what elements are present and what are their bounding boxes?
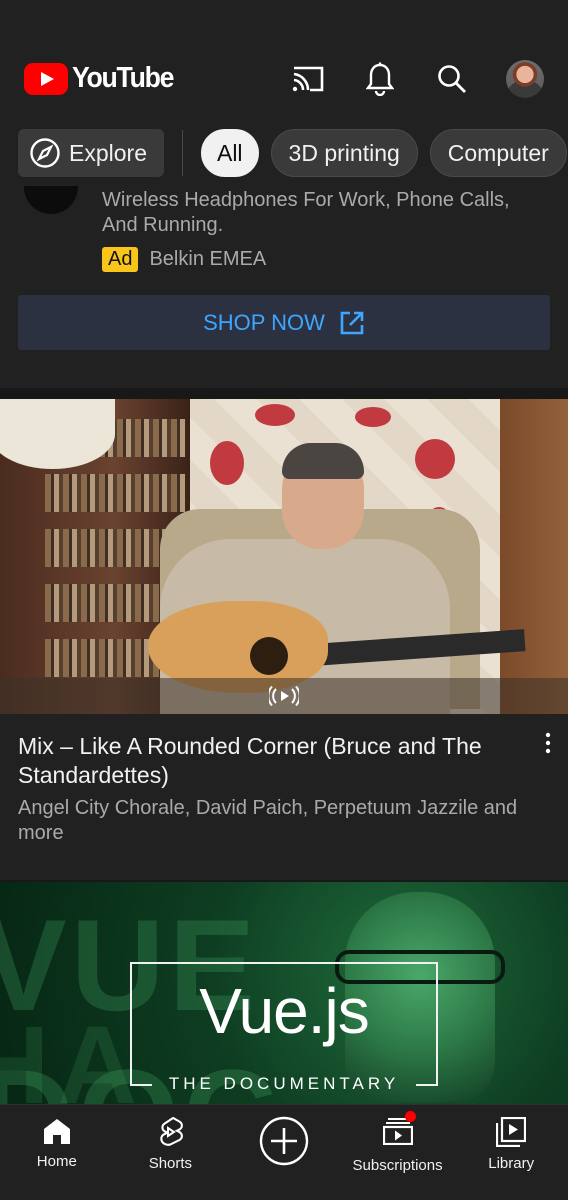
chip-label: All	[216, 139, 243, 166]
thumbnail-person-hair	[282, 443, 364, 479]
video-thumbnail[interactable]: VUE DOC HA Vue.js THE DOCUMENTARY	[0, 882, 568, 1104]
search-icon	[438, 65, 466, 93]
bottom-navigation: Home Shorts Subscriptions Library	[0, 1104, 568, 1200]
thumbnail-detail	[210, 441, 244, 485]
thumbnail-title: Vue.js	[199, 975, 370, 1047]
thumbnail-detail	[45, 474, 185, 512]
notifications-button[interactable]	[360, 59, 400, 99]
filter-chip-bar: Explore All 3D printing Computer	[18, 129, 568, 177]
thumbnail-detail	[415, 439, 455, 479]
home-icon	[43, 1119, 70, 1144]
nav-subscriptions[interactable]: Subscriptions	[341, 1105, 455, 1200]
thumbnail-door	[500, 399, 568, 714]
chip-computer[interactable]: Computer	[429, 129, 567, 177]
explore-chip-label: Explore	[69, 139, 147, 166]
feed-separator	[0, 388, 568, 399]
subscriptions-icon-wrapper	[382, 1111, 416, 1149]
mix-overlay-bar	[0, 678, 568, 714]
ad-description: Wireless Headphones For Work, Phone Call…	[102, 189, 510, 236]
youtube-play-logo-icon	[24, 62, 68, 95]
chip-all[interactable]: All	[200, 129, 259, 177]
video-details[interactable]: Mix – Like A Rounded Corner (Bruce and T…	[0, 714, 568, 881]
nav-library[interactable]: Library	[454, 1105, 568, 1200]
explore-chip[interactable]: Explore	[18, 129, 164, 177]
top-app-bar: YouTube Explore All 3D printing Computer	[0, 0, 568, 186]
thumbnail-detail	[355, 407, 391, 427]
library-icon	[496, 1117, 527, 1147]
nav-subscriptions-label: Subscriptions	[352, 1157, 443, 1174]
cast-button[interactable]	[288, 59, 328, 99]
chip-label: Computer	[447, 139, 549, 166]
video-channels: Angel City Chorale, David Paich, Perpetu…	[18, 797, 518, 844]
shop-now-button[interactable]: SHOP NOW	[18, 295, 550, 350]
thumbnail-detail	[255, 404, 295, 426]
shorts-icon	[160, 1117, 184, 1146]
video-title[interactable]: Mix – Like A Rounded Corner (Bruce and T…	[18, 732, 528, 790]
ad-card: Wireless Headphones For Work, Phone Call…	[0, 160, 568, 388]
nav-shorts-label: Shorts	[148, 1155, 193, 1172]
compass-icon	[30, 138, 60, 168]
youtube-logo[interactable]: YouTube	[24, 62, 182, 95]
nav-shorts[interactable]: Shorts	[114, 1105, 228, 1200]
notifications-bell-icon	[366, 62, 394, 96]
nav-library-label: Library	[488, 1155, 535, 1172]
thumbnail-subtitle: THE DOCUMENTARY	[130, 1074, 438, 1094]
mix-broadcast-icon	[269, 686, 299, 706]
account-avatar[interactable]	[506, 60, 544, 98]
nav-create[interactable]	[227, 1105, 341, 1200]
nav-home-label: Home	[36, 1153, 77, 1170]
chip-label: 3D printing	[288, 139, 400, 166]
video-thumbnail[interactable]	[0, 399, 568, 714]
nav-home[interactable]: Home	[0, 1105, 114, 1200]
more-vert-icon[interactable]	[542, 732, 554, 754]
ad-meta-row: Ad Belkin EMEA	[102, 247, 266, 272]
external-link-icon	[340, 311, 364, 334]
ad-badge: Ad	[102, 247, 139, 272]
thumbnail-background-lettering: HA	[0, 1004, 145, 1104]
logo-wordmark: YouTube	[72, 62, 174, 94]
create-plus-icon	[259, 1116, 309, 1166]
shop-now-label: SHOP NOW	[203, 309, 325, 335]
thumbnail-guitar-soundhole	[250, 637, 288, 675]
ad-sponsor: Belkin EMEA	[149, 248, 267, 270]
search-button[interactable]	[432, 59, 472, 99]
new-content-dot	[404, 1111, 416, 1122]
cast-icon	[292, 66, 324, 92]
chip-divider	[181, 130, 183, 176]
chip-3d-printing[interactable]: 3D printing	[270, 129, 418, 177]
